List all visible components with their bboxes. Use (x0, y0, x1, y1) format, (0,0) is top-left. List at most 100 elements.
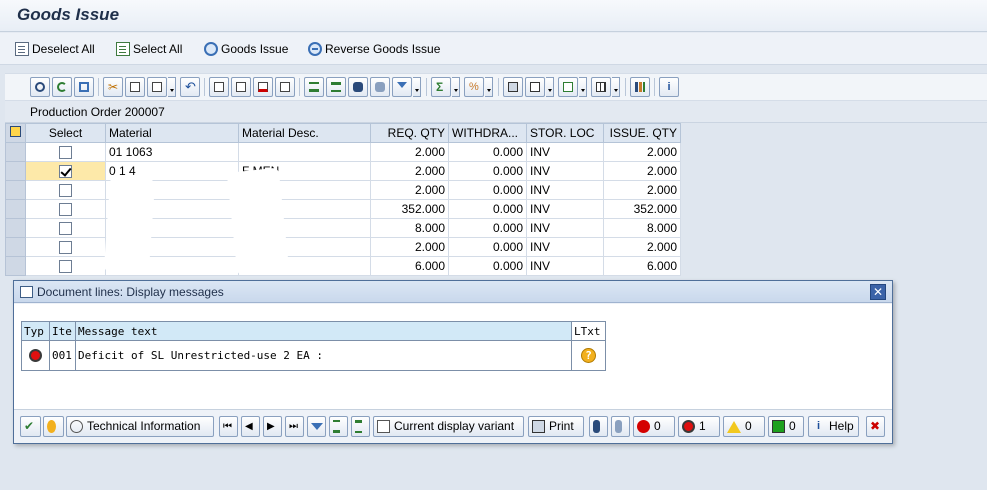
select-all-button[interactable]: Select All (116, 40, 182, 58)
sum-dropdown[interactable] (452, 77, 460, 97)
new-row-button[interactable] (209, 77, 229, 97)
select-checkbox[interactable] (59, 165, 72, 179)
issue-qty-cell[interactable]: 6.000 (603, 256, 681, 276)
filter-button[interactable] (392, 77, 412, 97)
previous-page-button[interactable]: ◀ (241, 416, 260, 437)
check-button[interactable] (74, 77, 94, 97)
export-button[interactable] (558, 77, 578, 97)
subtotal-button[interactable]: % (464, 77, 484, 97)
table-row[interactable]: 0 1 4F MEN2.0000.000INV2.000 (5, 161, 681, 181)
views-dropdown[interactable] (546, 77, 554, 97)
select-checkbox-cell[interactable] (25, 199, 106, 219)
find-button[interactable] (348, 77, 368, 97)
select-checkbox[interactable] (59, 184, 72, 198)
select-checkbox[interactable] (59, 260, 72, 274)
column-header-material[interactable]: Material (105, 123, 239, 143)
find-button[interactable] (589, 416, 608, 437)
sort-descending-button[interactable] (351, 416, 370, 437)
sort-descending-button[interactable] (326, 77, 346, 97)
row-selector[interactable] (5, 199, 26, 219)
column-header-select[interactable]: Select (25, 123, 106, 143)
column-header-longtext[interactable]: LTxt (571, 321, 606, 341)
message-longtext-cell[interactable]: ? (571, 340, 606, 371)
help-button[interactable]: i Help (808, 416, 859, 437)
find-next-button[interactable] (370, 77, 390, 97)
select-checkbox-cell[interactable] (25, 256, 106, 276)
row-selector[interactable] (5, 161, 26, 181)
current-display-variant-button[interactable]: Current display variant (373, 416, 524, 437)
column-header-stor-loc[interactable]: STOR. LOC (526, 123, 604, 143)
warning-messages-filter[interactable]: 0 (723, 416, 765, 437)
sum-button[interactable]: Σ (431, 77, 451, 97)
print-preview-button[interactable] (503, 77, 523, 97)
select-checkbox-cell[interactable] (25, 142, 106, 162)
goods-issue-button[interactable]: Goods Issue (204, 40, 288, 58)
select-checkbox[interactable] (59, 241, 72, 255)
help-button-icon-only[interactable] (43, 416, 64, 437)
filter-dropdown[interactable] (413, 77, 421, 97)
layout-dropdown[interactable] (612, 77, 620, 97)
issue-qty-cell[interactable]: 2.000 (603, 180, 681, 200)
success-messages-filter[interactable]: 0 (768, 416, 804, 437)
continue-button[interactable]: ✔ (20, 416, 41, 437)
column-header-message[interactable]: Message text (75, 321, 572, 341)
cancel-button[interactable]: ✖ (866, 416, 885, 437)
row-selector[interactable] (5, 237, 26, 257)
undo-button[interactable]: ↶ (180, 77, 200, 97)
next-page-button[interactable]: ▶ (263, 416, 282, 437)
select-checkbox[interactable] (59, 222, 72, 236)
subtotal-dropdown[interactable] (485, 77, 493, 97)
insert-row-button[interactable] (231, 77, 251, 97)
refresh-button[interactable] (52, 77, 72, 97)
error-messages-filter[interactable]: 1 (678, 416, 720, 437)
column-header-req-qty[interactable]: REQ. QTY (370, 123, 449, 143)
row-selector[interactable] (5, 180, 26, 200)
sort-ascending-button[interactable] (329, 416, 348, 437)
column-header-withdrawn[interactable]: WITHDRA... (448, 123, 527, 143)
row-selector[interactable] (5, 218, 26, 238)
select-all-rows-button[interactable] (5, 123, 26, 143)
select-checkbox-cell[interactable] (25, 161, 106, 181)
message-row[interactable]: 001 Deficit of SL Unrestricted-use 2 EA … (21, 340, 606, 371)
duplicate-row-button[interactable] (275, 77, 295, 97)
graphic-button[interactable] (630, 77, 650, 97)
column-header-material-desc[interactable]: Material Desc. (238, 123, 371, 143)
row-selector[interactable] (5, 256, 26, 276)
views-button[interactable] (525, 77, 545, 97)
first-page-button[interactable]: ⏮ (219, 416, 238, 437)
column-header-item[interactable]: Ite (49, 321, 76, 341)
paste-button[interactable] (147, 77, 167, 97)
filter-button[interactable] (307, 416, 326, 437)
stop-messages-filter[interactable]: 0 (633, 416, 675, 437)
print-button[interactable]: Print (528, 416, 584, 437)
select-checkbox[interactable] (59, 203, 72, 217)
select-checkbox-cell[interactable] (25, 218, 106, 238)
issue-qty-cell[interactable]: 2.000 (603, 142, 681, 162)
column-header-issue-qty[interactable]: ISSUE. QTY (603, 123, 681, 143)
issue-qty-cell[interactable]: 2.000 (603, 161, 681, 181)
cut-button[interactable]: ✂ (103, 77, 123, 97)
copy-button[interactable] (125, 77, 145, 97)
technical-information-button[interactable]: Technical Information (66, 416, 214, 437)
deselect-all-button[interactable]: Deselect All (15, 40, 95, 58)
issue-qty-cell[interactable]: 2.000 (603, 237, 681, 257)
select-checkbox-cell[interactable] (25, 180, 106, 200)
select-checkbox-cell[interactable] (25, 237, 106, 257)
table-row[interactable]: 1 5PL2.0000.000INV2.000 (5, 180, 681, 200)
issue-qty-cell[interactable]: 8.000 (603, 218, 681, 238)
details-button[interactable] (30, 77, 50, 97)
issue-qty-cell[interactable]: 352.000 (603, 199, 681, 219)
layout-button[interactable] (591, 77, 611, 97)
info-button[interactable]: i (659, 77, 679, 97)
table-row[interactable]: 01 1063 2.000 0.000 INV 2.000 (5, 142, 681, 162)
find-next-button[interactable] (611, 416, 630, 437)
reverse-goods-issue-button[interactable]: Reverse Goods Issue (308, 40, 440, 58)
paste-dropdown[interactable] (168, 77, 176, 97)
close-icon[interactable]: ✕ (870, 284, 886, 300)
sort-ascending-button[interactable] (304, 77, 324, 97)
select-checkbox[interactable] (59, 146, 72, 160)
delete-row-button[interactable] (253, 77, 273, 97)
export-dropdown[interactable] (579, 77, 587, 97)
last-page-button[interactable]: ⏭ (285, 416, 304, 437)
row-selector[interactable] (5, 142, 26, 162)
